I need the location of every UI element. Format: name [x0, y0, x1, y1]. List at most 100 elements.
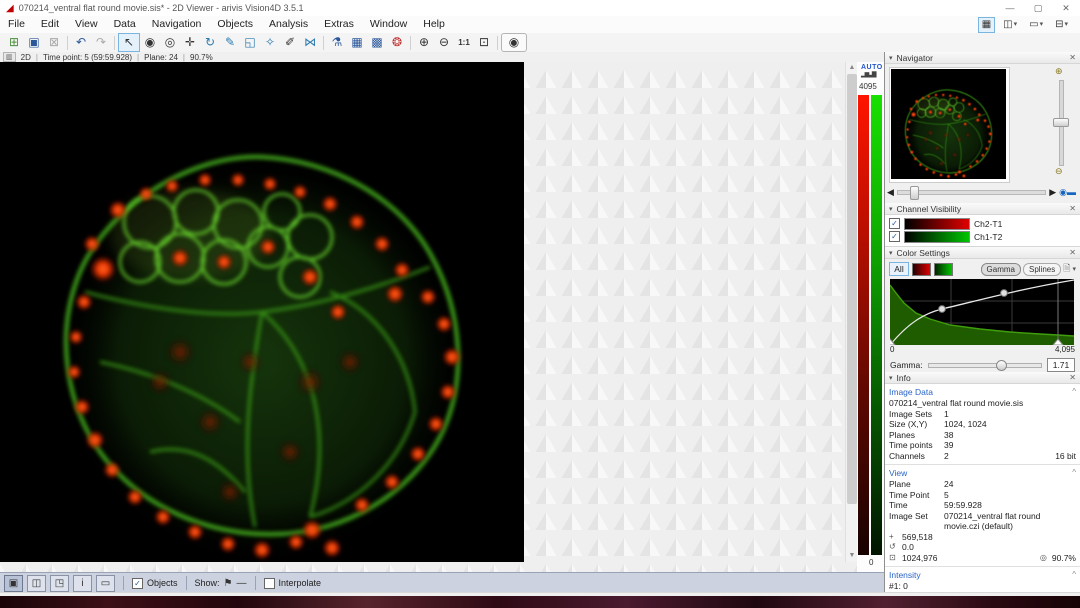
gamma-slider[interactable] — [928, 363, 1042, 368]
measure-icon[interactable]: ✐ — [280, 34, 300, 51]
color-picker-icon[interactable]: ◉ — [140, 34, 160, 51]
pan-hand-icon[interactable]: ✛ — [180, 34, 200, 51]
slider-track[interactable] — [897, 190, 1046, 195]
collapse-icon[interactable]: ▾ — [889, 54, 893, 62]
objects-checkbox[interactable]: ✓ — [132, 578, 143, 589]
menu-extras[interactable]: Extras — [316, 16, 362, 33]
all-channels-button[interactable]: All — [889, 262, 909, 276]
slider-left-icon[interactable]: ◀ — [887, 187, 894, 198]
navigator-thumbnail[interactable] — [889, 67, 1010, 183]
collapse-up-icon[interactable]: ^ — [1072, 570, 1076, 580]
microscopy-image[interactable] — [0, 62, 524, 562]
menu-file[interactable]: File — [0, 16, 33, 33]
collapse-icon[interactable]: ▾ — [889, 205, 893, 213]
maximize-button[interactable]: ▢ — [1024, 1, 1052, 16]
channel-visibility-header[interactable]: ▾ Channel Visibility ✕ — [885, 203, 1080, 215]
analysis-flask-icon[interactable]: ⚗ — [327, 34, 347, 51]
channel-color-swatch[interactable] — [904, 218, 970, 230]
scalebar-icon[interactable]: — — [237, 578, 247, 589]
histogram-icon[interactable]: ▂▆▃▇ — [861, 71, 875, 78]
zoom-1to1-icon[interactable]: 1:1 — [454, 34, 474, 51]
menu-help[interactable]: Help — [415, 16, 453, 33]
green-channel-swatch[interactable] — [934, 263, 953, 276]
channel-color-swatch[interactable] — [904, 231, 970, 243]
image-data-section-header[interactable]: Image Data ^ — [885, 384, 1080, 398]
color-wheel-icon[interactable]: ❂ — [387, 34, 407, 51]
magnifier-icon[interactable]: ◎ — [160, 34, 180, 51]
red-channel-swatch[interactable] — [912, 263, 931, 276]
histogram-curve-editor[interactable] — [890, 279, 1074, 345]
interpolate-checkbox[interactable] — [264, 578, 275, 589]
slider-right-icon[interactable]: ▶ — [1049, 187, 1056, 198]
channel-row[interactable]: ✓ Ch1-T2 — [885, 230, 1080, 243]
collapse-icon[interactable]: ▾ — [889, 374, 893, 382]
channel-checkbox[interactable]: ✓ — [889, 218, 900, 229]
layout-windows-button[interactable]: ⊟▾ — [1051, 17, 1072, 33]
magic-wand-icon[interactable]: ✧ — [260, 34, 280, 51]
table-settings-icon[interactable]: ▩ — [367, 34, 387, 51]
close-panel-icon[interactable]: ✕ — [1069, 204, 1076, 213]
zoom-region-icon[interactable]: ◱ — [240, 34, 260, 51]
channel-row[interactable]: ✓ Ch2-T1 — [885, 217, 1080, 230]
open-file-icon[interactable]: ⊞ — [4, 34, 24, 51]
nav-zoom-in-icon[interactable]: ⊕ — [1055, 66, 1063, 77]
annotations-icon[interactable]: ⚑ — [224, 578, 233, 589]
splines-mode-button[interactable]: Splines — [1023, 263, 1061, 276]
zoom-out-icon[interactable]: ⊖ — [434, 34, 454, 51]
layout-single-view-button[interactable]: ▦ — [978, 17, 995, 33]
collapse-icon[interactable]: ▾ — [889, 249, 893, 257]
presets-icon[interactable]: 🗎 — [1063, 261, 1070, 277]
scrollbar-thumb[interactable] — [847, 74, 857, 504]
view-gallery-button[interactable]: ◫ — [27, 575, 46, 592]
close-panel-icon[interactable]: ✕ — [1069, 373, 1076, 382]
brush-icon[interactable]: ✎ — [220, 34, 240, 51]
close-panel-icon[interactable]: ✕ — [1069, 53, 1076, 62]
zoom-in-icon[interactable]: ⊕ — [414, 34, 434, 51]
auto-contrast-button[interactable]: AUTO — [861, 64, 883, 71]
slider-handle[interactable] — [910, 186, 919, 200]
menu-edit[interactable]: Edit — [33, 16, 67, 33]
menu-window[interactable]: Window — [362, 16, 415, 33]
track-graph-icon[interactable]: ⋈ — [300, 34, 320, 51]
menu-data[interactable]: Data — [106, 16, 144, 33]
chevron-down-icon[interactable]: ▾ — [1072, 265, 1076, 273]
minimize-button[interactable]: — — [996, 1, 1024, 16]
channel-checkbox[interactable]: ✓ — [889, 231, 900, 242]
menu-navigation[interactable]: Navigation — [144, 16, 210, 33]
fit-to-window-icon[interactable]: ⊡ — [474, 34, 494, 51]
menu-analysis[interactable]: Analysis — [261, 16, 316, 33]
menu-view[interactable]: View — [67, 16, 106, 33]
close-file-icon[interactable]: ⊠ — [44, 34, 64, 51]
nav-zoom-handle[interactable] — [1053, 118, 1069, 127]
save-file-icon[interactable]: ▣ — [24, 34, 44, 51]
layout-compare-button[interactable]: ▭▾ — [1025, 17, 1047, 33]
view-2d-button[interactable]: ▣ — [4, 575, 23, 592]
collapse-up-icon[interactable]: ^ — [1072, 387, 1076, 397]
objects-table-icon[interactable]: ▦ — [347, 34, 367, 51]
navigator-header[interactable]: ▾ Navigator ✕ — [885, 52, 1080, 64]
menu-objects[interactable]: Objects — [209, 16, 261, 33]
intensity-section-header[interactable]: Intensity ^ — [885, 567, 1080, 581]
close-button[interactable]: ✕ — [1052, 1, 1080, 16]
layout-split-view-button[interactable]: ◫▾ — [999, 17, 1021, 33]
info-row: Plane24 — [885, 479, 1080, 490]
redo-icon[interactable]: ↷ — [91, 34, 111, 51]
undo-icon[interactable]: ↶ — [71, 34, 91, 51]
close-panel-icon[interactable]: ✕ — [1069, 248, 1076, 257]
viewer-canvas[interactable]: ▲ ▼ AUTO ▂▆▃▇ 4095 0 — [0, 62, 884, 572]
snapshot-camera-icon[interactable]: ◉ — [501, 33, 527, 52]
color-settings-header[interactable]: ▾ Color Settings ✕ — [885, 247, 1080, 259]
select-pointer-icon[interactable]: ↖ — [118, 33, 140, 52]
view-presentation-button[interactable]: ▭ — [96, 575, 115, 592]
collapse-up-icon[interactable]: ^ — [1072, 468, 1076, 478]
nav-zoom-out-icon[interactable]: ⊖ — [1055, 166, 1063, 177]
movie-export-icon[interactable]: ◉▬ — [1059, 187, 1076, 198]
view-section-header[interactable]: View ^ — [885, 465, 1080, 479]
view-info-button[interactable]: i — [73, 575, 92, 592]
rotate-view-icon[interactable]: ↻ — [200, 34, 220, 51]
gamma-mode-button[interactable]: Gamma — [981, 263, 1021, 276]
gamma-slider-handle[interactable] — [996, 360, 1007, 371]
gamma-value-input[interactable]: 1.71 — [1047, 358, 1075, 372]
view-3d-button[interactable]: ◳ — [50, 575, 69, 592]
info-header[interactable]: ▾ Info ✕ — [885, 372, 1080, 384]
